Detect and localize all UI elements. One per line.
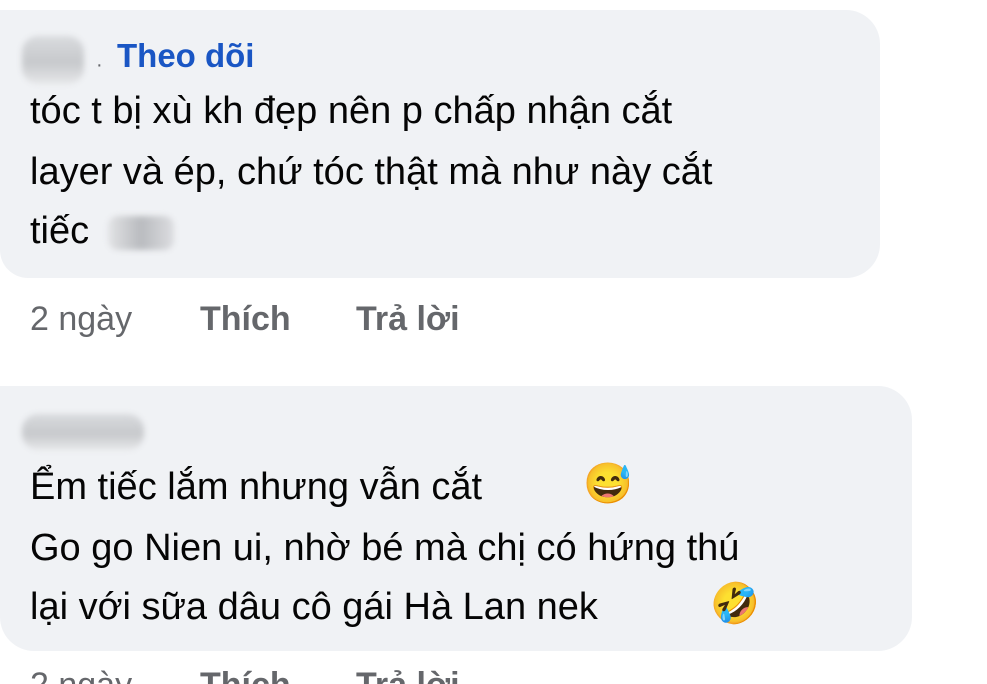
comment-text-line: Go go Nien ui, nhờ bé mà chị có hứng thú [30, 527, 740, 569]
comment-text-line: tóc t bị xù kh đẹp nên p chấp nhận cắt [30, 90, 673, 132]
comment-text-line: layer và ép, chứ tóc thật mà như này cắt [30, 151, 713, 193]
rofl-emoji-icon: 🤣 [710, 582, 760, 626]
comment-bubble: · Theo dõi tóc t bị xù kh đẹp nên p chấp… [0, 10, 880, 278]
comment-text-line: tiếc [30, 210, 90, 252]
blurred-author-name[interactable] [22, 36, 84, 84]
separator-dot: · [96, 54, 103, 76]
comment-actions-clipped: 2 ngày Thích Trả lời [0, 668, 987, 684]
blurred-author-name[interactable] [22, 414, 144, 450]
sweat-smile-emoji-icon: 😅 [583, 462, 633, 506]
comment-bubble: Ểm tiếc lắm nhưng vẫn cắt 😅 Go go Nien u… [0, 386, 912, 651]
comment-time: 2 ngày [30, 668, 132, 684]
follow-link[interactable]: Theo dõi [117, 37, 254, 75]
reply-button[interactable]: Trả lời [356, 300, 460, 339]
reply-button[interactable]: Trả lời [356, 668, 460, 684]
like-button[interactable]: Thích [200, 668, 291, 684]
blurred-emoji-icon [108, 216, 174, 250]
comment-text-line: Ểm tiếc lắm nhưng vẫn cắt [30, 466, 483, 508]
comment-text-line: lại với sữa dâu cô gái Hà Lan nek [30, 586, 598, 628]
like-button[interactable]: Thích [200, 300, 291, 339]
comment-time: 2 ngày [30, 300, 133, 338]
